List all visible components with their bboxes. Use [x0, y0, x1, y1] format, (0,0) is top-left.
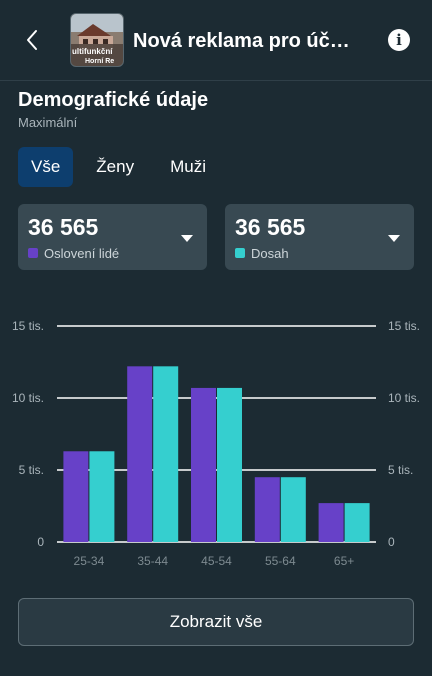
metric-label: Dosah [251, 246, 289, 261]
y-tick-label-left: 5 tis. [19, 463, 44, 477]
caret-down-icon [388, 235, 400, 242]
section-title: Demografické údaje [18, 89, 209, 111]
x-tick-label: 45-54 [201, 554, 232, 568]
age-bar-chart: 0 0 5 tis. 5 tis. 10 tis. 10 tis. 15 tis. 15 ti… [12, 319, 420, 568]
metric-value: 36 565 [28, 214, 99, 240]
bar-reached [254, 477, 280, 542]
metric-dropdown-reach[interactable]: 36 565 Dosah [225, 204, 414, 270]
show-all-button[interactable]: Zobrazit vše [18, 598, 414, 646]
info-icon[interactable]: i [388, 29, 410, 51]
thumbnail-text-2: Horní Re [85, 58, 114, 65]
ad-thumbnail[interactable]: ultifunkční Horní Re [70, 13, 124, 67]
bar-reach [344, 503, 370, 542]
y-tick-label-right: 15 tis. [388, 319, 420, 333]
chevron-left-icon [27, 30, 37, 50]
tab-men[interactable]: Muži [157, 147, 219, 187]
metric-label: Oslovení lidé [44, 246, 120, 261]
ad-thumbnail-image: ultifunkční Horní Re [71, 14, 123, 66]
tab-all[interactable]: Vše [18, 147, 74, 187]
thumbnail-text-1: ultifunkční [72, 47, 113, 56]
legend-swatch-reached [28, 248, 38, 258]
bar-reach [280, 477, 306, 542]
tab-women[interactable]: Ženy [83, 147, 147, 187]
back-button[interactable] [18, 26, 46, 54]
y-tick-label-right: 10 tis. [388, 391, 420, 405]
bar-reached [191, 387, 216, 542]
legend-swatch-reach [235, 248, 245, 258]
x-tick-label: 65+ [334, 554, 354, 568]
top-bar: ultifunkční Horní Re Nová reklama pro úč… [0, 0, 432, 81]
caret-down-icon [181, 235, 193, 242]
bar-reach [89, 451, 115, 542]
page-title: Nová reklama pro účel… [133, 30, 358, 52]
y-tick-label-left: 0 [37, 535, 44, 549]
y-tick-label-right: 5 tis. [388, 463, 413, 477]
x-tick-label: 35-44 [137, 554, 168, 568]
gender-tabs: Vše Ženy Muži [18, 147, 219, 187]
bar-reached [63, 451, 89, 542]
bar-reach [217, 387, 242, 542]
bar-reached [318, 503, 344, 542]
metric-value: 36 565 [235, 214, 306, 240]
y-tick-label-left: 15 tis. [12, 319, 44, 333]
metric-dropdown-reached[interactable]: 36 565 Oslovení lidé [18, 204, 207, 270]
x-tick-label: 55-64 [265, 554, 296, 568]
y-tick-label-right: 0 [388, 535, 395, 549]
bar-reach [153, 366, 179, 542]
bar-reached [127, 366, 153, 542]
y-tick-label-left: 10 tis. [12, 391, 44, 405]
section-subtitle: Maximální [18, 115, 78, 130]
x-tick-label: 25-34 [74, 554, 105, 568]
